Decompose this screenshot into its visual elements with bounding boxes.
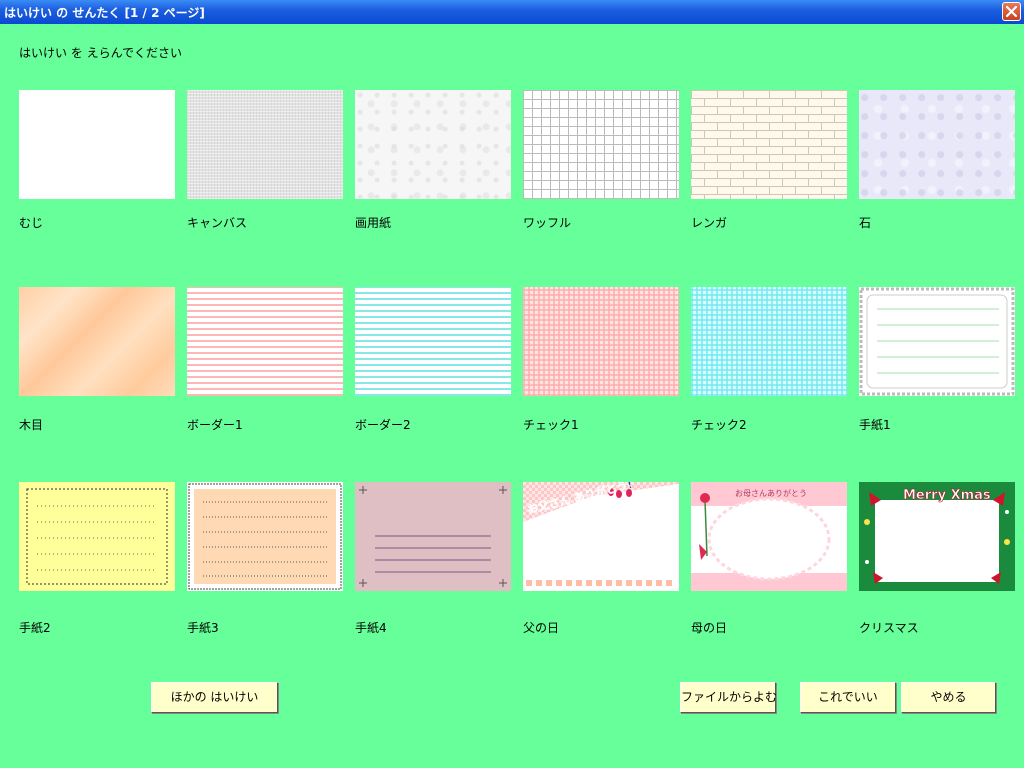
background-label: チェック1 [523,418,579,432]
background-tile-border1[interactable] [187,287,343,396]
background-tile-mothers-day[interactable]: お母さんありがとう [691,482,847,591]
background-tile-letter2[interactable] [19,482,175,591]
background-tile-canvas[interactable] [187,90,343,199]
christmas-text: Merry Xmas [903,488,991,503]
close-icon [1006,6,1017,17]
brick-pattern-icon [691,90,847,199]
background-tile-letter4[interactable] [355,482,511,591]
background-label: 母の日 [691,621,728,635]
background-label: 石 [859,216,872,230]
letter-peach-icon [188,483,342,590]
background-label: キャンバス [187,216,248,230]
christmas-card-icon: Merry Xmas [864,488,1010,584]
background-tile-letter3[interactable] [187,482,343,591]
close-button[interactable] [1002,2,1021,21]
background-tile-letter1[interactable] [859,287,1015,396]
background-label: 手紙1 [859,418,891,432]
background-label: ワッフル [523,216,572,230]
letter-frame-icon [859,287,1015,396]
background-label: 手紙3 [187,621,219,635]
mothers-day-text: お母さんありがとう [735,488,807,498]
background-tile-brick[interactable] [691,90,847,199]
background-tile-plain[interactable] [19,90,175,199]
background-label: 画用紙 [355,216,392,230]
background-label: むじ [19,216,44,230]
load-from-file-button[interactable]: ファイルからよむ [680,682,777,713]
title-bar[interactable]: はいけい の せんたく [1 / 2 ページ] [0,0,1024,24]
fathers-day-card-icon: お父さん ありがとう! [523,482,679,586]
ok-button[interactable]: これでいい [800,682,896,713]
mothers-day-card-icon: お母さんありがとう [691,482,847,591]
window-title: はいけい の せんたく [1 / 2 ページ] [4,6,205,20]
other-backgrounds-button[interactable]: ほかの はいけい [151,682,278,713]
background-tile-drawing-paper[interactable] [355,90,511,199]
background-tile-waffle[interactable] [523,90,679,199]
background-label: 手紙4 [355,621,387,635]
letter-dotted-icon [26,488,168,585]
background-label: 手紙2 [19,621,51,635]
background-tile-check2[interactable] [691,287,847,396]
background-label: チェック2 [691,418,747,432]
instruction-text: はいけい を えらんでください [19,46,183,60]
background-label: クリスマス [859,621,919,635]
cancel-button[interactable]: やめる [901,682,996,713]
background-tile-border2[interactable] [355,287,511,396]
letter-lines-icon [359,486,507,587]
background-label: ボーダー2 [355,418,411,432]
background-tile-wood[interactable] [19,287,175,396]
background-label: レンガ [691,216,728,230]
background-tile-stone[interactable] [859,90,1015,199]
background-label: 父の日 [523,621,560,635]
background-tile-fathers-day[interactable]: お父さん ありがとう! [523,482,679,591]
background-tile-christmas[interactable]: Merry Xmas [859,482,1015,591]
background-label: 木目 [19,418,44,432]
background-tile-check1[interactable] [523,287,679,396]
background-label: ボーダー1 [187,418,243,432]
